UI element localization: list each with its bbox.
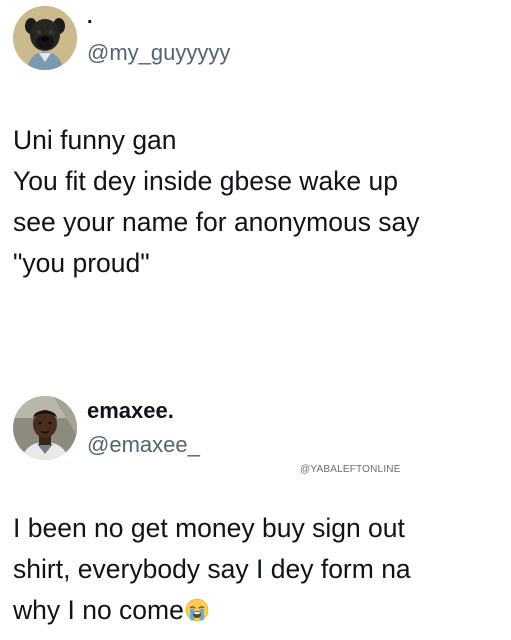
pug-dog-icon — [13, 6, 77, 70]
tweet-text: I been no get money buy sign out shirt, … — [13, 508, 503, 631]
tweet-text-line: Uni funny gan — [13, 125, 177, 155]
profile-avatar[interactable] — [13, 6, 77, 70]
user-handle[interactable]: @my_guyyyyy — [87, 40, 230, 66]
watermark: @YABALEFTONLINE — [300, 464, 401, 475]
tweet-text-line: You fit dey inside gbese wake up — [13, 166, 399, 196]
man-selfie-icon — [13, 396, 77, 460]
loudly-crying-face-icon — [185, 598, 209, 622]
tweet-text-line: why I no come — [13, 595, 184, 625]
display-name[interactable]: . — [87, 4, 93, 30]
tweet-text-line-last: why I no come — [13, 590, 503, 631]
tweet-text-line: "you proud" — [13, 248, 150, 278]
tweet-text-line: I been no get money buy sign out — [13, 513, 405, 543]
tweet-text: Uni funny gan You fit dey inside gbese w… — [13, 120, 503, 284]
tweet-text-line: see your name for anonymous say — [13, 207, 420, 237]
user-handle[interactable]: @emaxee_ — [87, 432, 200, 458]
tweet-card: emaxee. @emaxee_ @YABALEFTONLINE I been … — [0, 392, 511, 640]
tweet-text-line: shirt, everybody say I dey form na — [13, 554, 411, 584]
display-name[interactable]: emaxee. — [87, 398, 174, 424]
tweet-card: . @my_guyyyyy Uni funny gan You fit dey … — [0, 0, 511, 330]
profile-avatar[interactable] — [13, 396, 77, 460]
